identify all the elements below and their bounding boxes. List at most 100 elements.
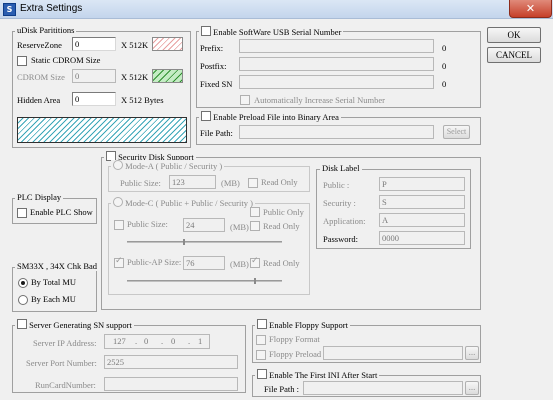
- mode-c-unit: (MB): [230, 222, 249, 232]
- floppy-browse-button[interactable]: ...: [465, 346, 479, 360]
- preload-select-button[interactable]: Select: [443, 125, 470, 139]
- floppy-format-checkbox[interactable]: [256, 335, 266, 345]
- static-cdrom-checkbox[interactable]: [17, 56, 27, 66]
- public-only-checkbox[interactable]: [250, 207, 260, 217]
- hidden-area-input[interactable]: 0: [72, 92, 116, 106]
- sn-server-enable-label: Server Generating SN support: [29, 320, 132, 330]
- ip-octet-3: 0: [171, 336, 176, 346]
- server-port-input[interactable]: 2525: [104, 355, 238, 369]
- mode-c-public-slider-thumb[interactable]: [183, 239, 185, 245]
- usb-serial-enable-label: Enable SoftWare USB Serial Number: [213, 27, 342, 37]
- server-ip-input[interactable]: 127 . 0 . 0 . 1: [104, 334, 210, 349]
- by-each-mu-label: By Each MU: [31, 294, 76, 304]
- auto-increase-checkbox[interactable]: [240, 95, 250, 105]
- disk-label-application-label: Application:: [323, 216, 366, 226]
- prefix-count: 0: [442, 43, 447, 53]
- by-each-mu-radio[interactable]: [18, 295, 28, 305]
- plc-show-label: Enable PLC Show: [30, 207, 93, 217]
- chk-bad-group: [12, 267, 97, 312]
- ok-button[interactable]: OK: [487, 27, 541, 43]
- plc-display-title: PLC Display: [15, 192, 64, 202]
- mode-c-public-size-checkbox[interactable]: [114, 220, 124, 230]
- first-ini-browse-button[interactable]: ...: [465, 381, 479, 395]
- hidden-area-unit: X 512 Bytes: [121, 95, 164, 105]
- auto-increase-label: Automatically Increase Serial Number: [254, 95, 385, 105]
- static-cdrom-label: Static CDROM Size: [31, 55, 101, 65]
- preload-enable-checkbox[interactable]: [201, 111, 211, 121]
- usb-serial-enable-checkbox[interactable]: [201, 26, 211, 36]
- server-ip-label: Server IP Address:: [33, 338, 97, 348]
- disk-label-password-input[interactable]: 0000: [379, 231, 465, 245]
- mode-a-radio[interactable]: [113, 160, 123, 170]
- reserve-zone-color-swatch: [152, 37, 183, 51]
- ip-dot-1: .: [135, 336, 138, 346]
- mode-a-public-size-input[interactable]: 123: [169, 175, 216, 189]
- runcard-input[interactable]: [104, 377, 238, 391]
- mode-a-read-only-checkbox[interactable]: [248, 178, 258, 188]
- sn-server-enable-checkbox[interactable]: [17, 319, 27, 329]
- disk-label-application-input[interactable]: A: [379, 213, 465, 227]
- floppy-enable-label: Enable Floppy Support: [269, 320, 348, 330]
- disk-label-security-label: Security :: [323, 198, 356, 208]
- disk-label-security-input[interactable]: S: [379, 195, 465, 209]
- mode-c-public-slider[interactable]: [127, 241, 282, 243]
- ip-octet-4: 1: [198, 336, 203, 346]
- postfix-label: Postfix:: [200, 61, 227, 71]
- prefix-input[interactable]: [239, 39, 434, 53]
- public-only-label: Public Only: [263, 207, 304, 217]
- mode-c-label: Mode-C ( Public + Public / Security ): [125, 198, 253, 208]
- usb-serial-title: Enable SoftWare USB Serial Number: [199, 26, 344, 37]
- app-icon: S: [3, 3, 16, 16]
- public-ap-slider[interactable]: [127, 280, 282, 282]
- postfix-input[interactable]: [239, 57, 434, 71]
- mode-c-public-size-input[interactable]: 24: [183, 218, 225, 232]
- preload-title: Enable Preload File into Binary Area: [199, 111, 341, 122]
- preload-enable-label: Enable Preload File into Binary Area: [213, 112, 339, 122]
- postfix-count: 0: [442, 61, 447, 71]
- first-ini-enable-checkbox[interactable]: [257, 369, 267, 379]
- udisk-partitions-title: uDisk Parititions: [15, 25, 77, 35]
- by-total-mu-radio[interactable]: [18, 278, 28, 288]
- public-ap-unit: (MB): [230, 259, 249, 269]
- floppy-preload-checkbox[interactable]: [256, 350, 266, 360]
- sn-server-title: Server Generating SN support: [15, 319, 134, 330]
- title-bar: S Extra Settings: [0, 0, 553, 19]
- mode-c-radio[interactable]: [113, 197, 123, 207]
- reserve-zone-label: ReserveZone: [17, 40, 62, 50]
- reserve-zone-unit: X 512K: [121, 40, 149, 50]
- public-ap-input[interactable]: 76: [183, 256, 225, 270]
- preload-file-path-input[interactable]: [239, 125, 434, 139]
- floppy-enable-checkbox[interactable]: [257, 319, 267, 329]
- cancel-button[interactable]: CANCEL: [487, 47, 541, 63]
- floppy-format-label: Floppy Format: [269, 334, 320, 344]
- by-total-mu-label: By Total MU: [31, 277, 77, 287]
- public-ap-slider-thumb[interactable]: [254, 278, 256, 284]
- reserve-zone-input[interactable]: 0: [72, 37, 116, 51]
- public-ap-read-only-checkbox[interactable]: [250, 256, 260, 268]
- public-ap-read-only-label: Read Only: [263, 258, 300, 268]
- plc-show-checkbox[interactable]: [17, 208, 27, 218]
- floppy-preload-input[interactable]: [323, 346, 463, 360]
- first-ini-file-path-input[interactable]: [303, 381, 463, 395]
- first-ini-title: Enable The First INI After Start: [255, 369, 380, 380]
- mode-c-read-only-checkbox[interactable]: [250, 221, 260, 231]
- server-port-label: Server Port Number:: [26, 358, 97, 368]
- mode-a-public-size-label: Public Size:: [120, 178, 161, 188]
- mode-c-read-only-label: Read Only: [263, 221, 300, 231]
- disk-label-public-label: Public :: [323, 180, 350, 190]
- cdrom-size-input[interactable]: 0: [72, 69, 116, 83]
- public-ap-checkbox[interactable]: [114, 256, 124, 268]
- public-ap-label: Public-AP Size:: [127, 257, 182, 267]
- close-button[interactable]: ✕: [509, 0, 552, 18]
- disk-label-public-input[interactable]: P: [379, 177, 465, 191]
- mode-a-label: Mode-A ( Public / Security ): [125, 161, 223, 171]
- first-ini-enable-label: Enable The First INI After Start: [269, 370, 378, 380]
- preload-file-path-label: File Path:: [200, 128, 233, 138]
- cdrom-size-unit: X 512K: [121, 72, 149, 82]
- floppy-title: Enable Floppy Support: [255, 319, 350, 330]
- ip-octet-1: 127: [113, 336, 126, 346]
- fixed-sn-input[interactable]: [239, 75, 434, 89]
- prefix-label: Prefix:: [200, 43, 224, 53]
- cdrom-size-label: CDROM Size: [17, 72, 65, 82]
- ip-dot-2: .: [161, 336, 164, 346]
